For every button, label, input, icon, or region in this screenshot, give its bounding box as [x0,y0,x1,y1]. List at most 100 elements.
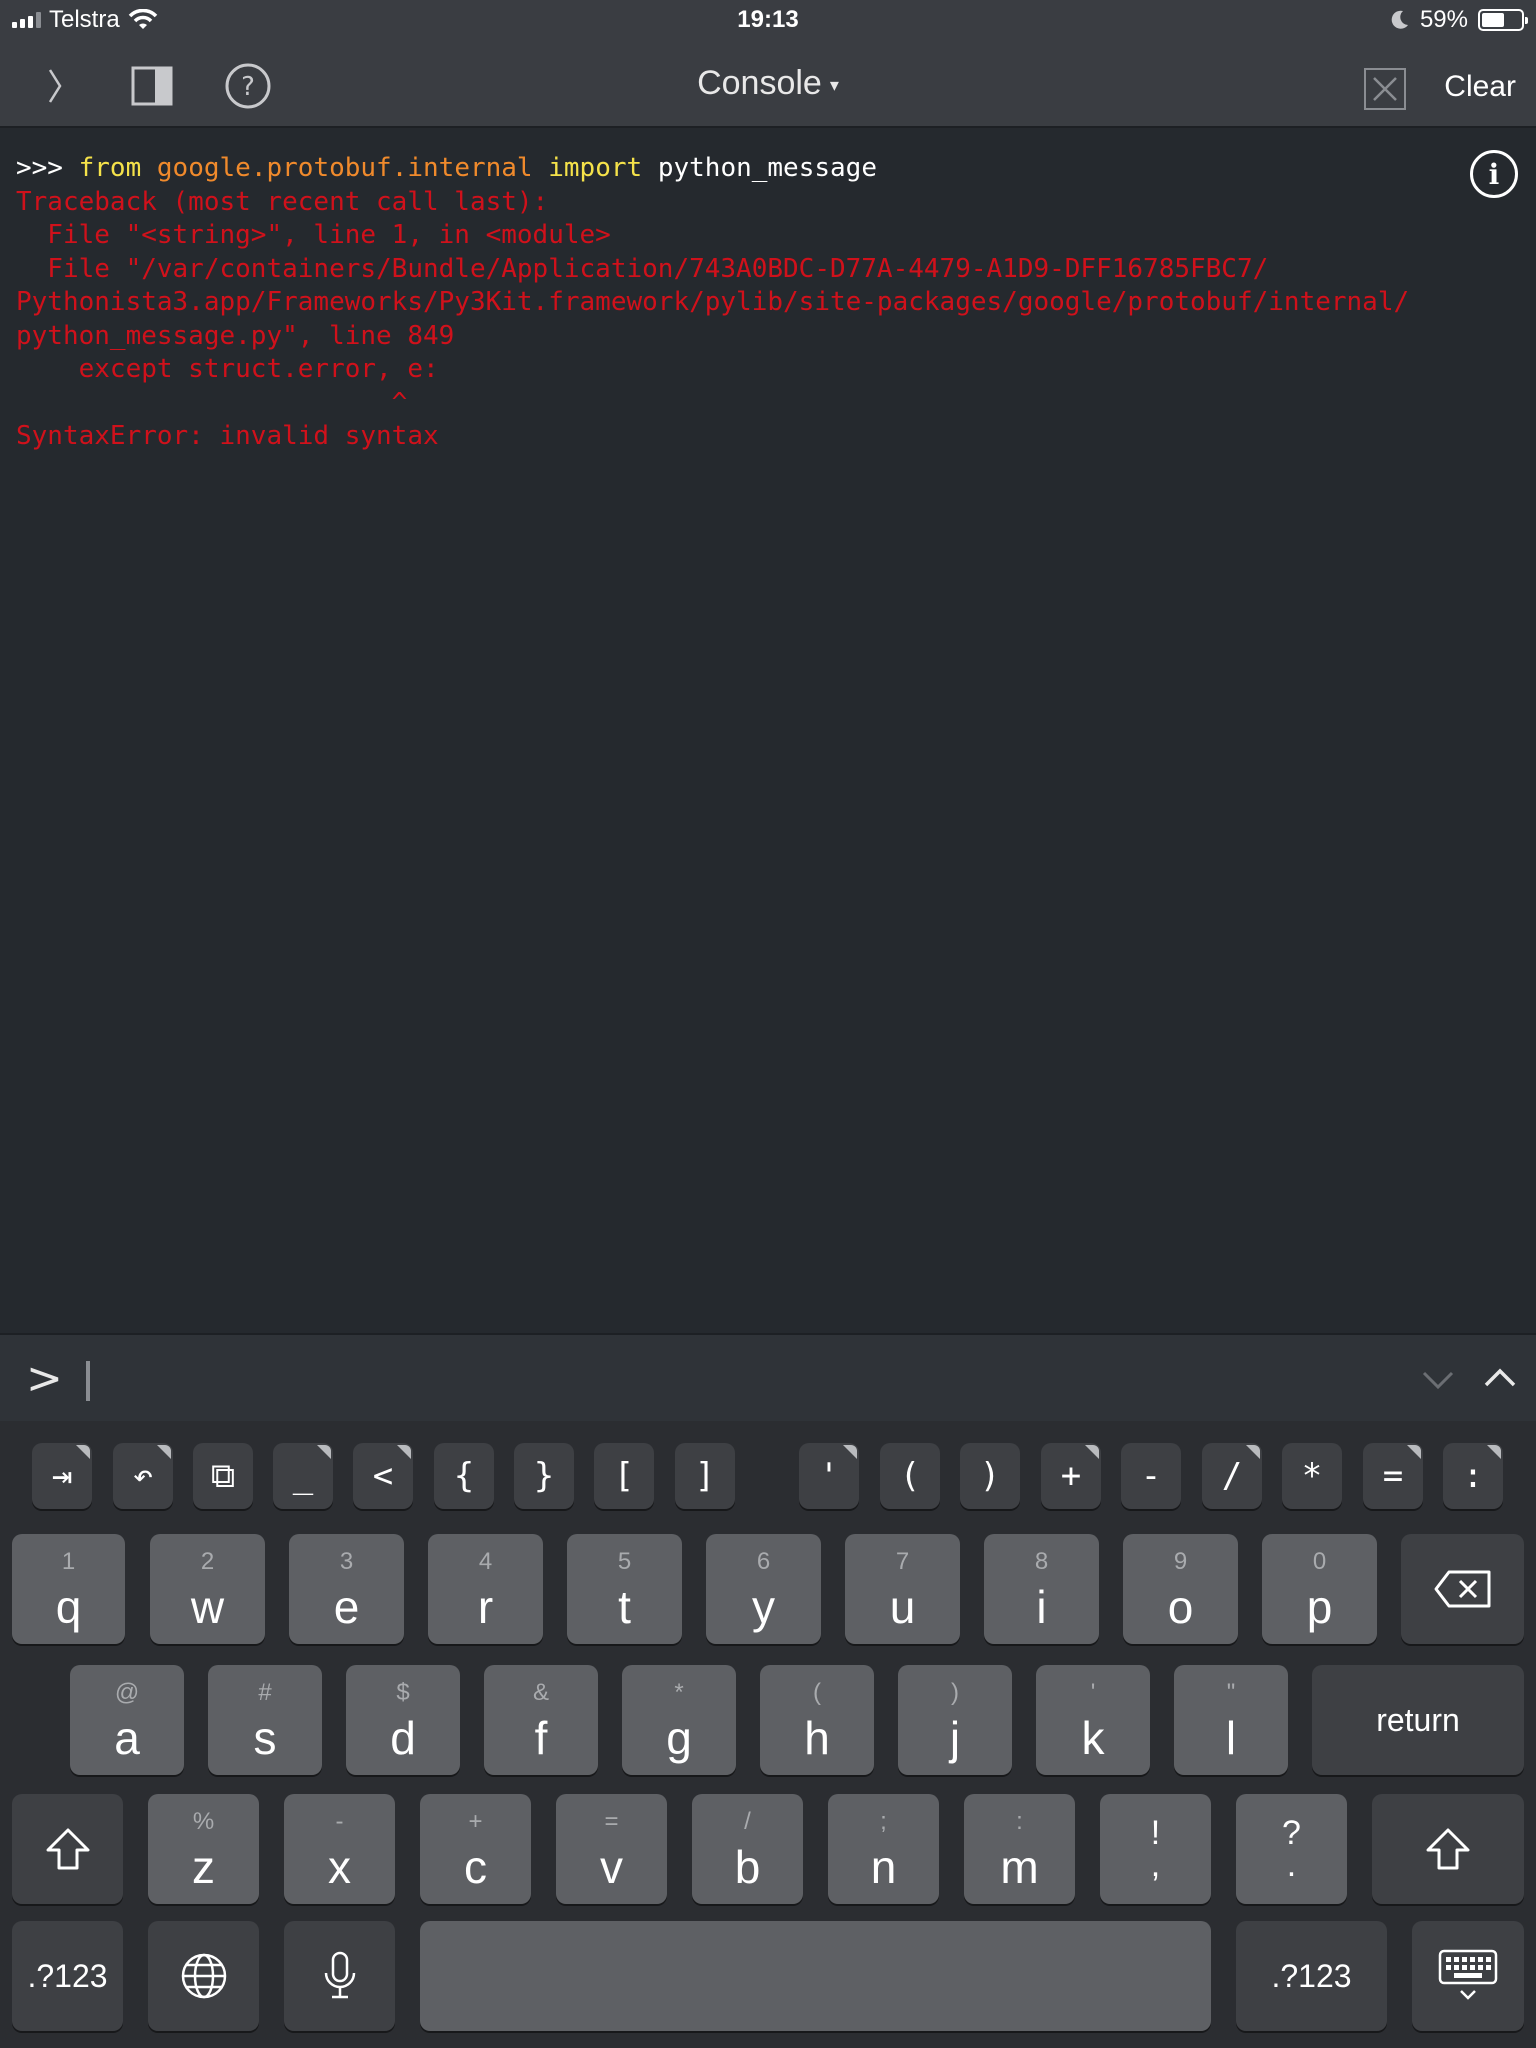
shift-icon [1426,1828,1470,1870]
key-l[interactable]: " l [1174,1665,1288,1775]
error-line: Pythonista3.app/Frameworks/Py3Kit.framew… [16,287,1410,317]
key-exclaim-comma[interactable]: !, [1100,1794,1211,1904]
shift-right-key[interactable] [1372,1794,1524,1904]
moon-icon [1391,10,1408,29]
error-line: ^ [16,387,408,418]
close-brace-key[interactable]: } [514,1443,574,1509]
key-e[interactable]: 3e [289,1534,404,1644]
key-n[interactable]: ; n [828,1794,939,1904]
key-t[interactable]: 5t [567,1534,682,1644]
colon-key[interactable]: : [1443,1443,1503,1509]
open-paren-key[interactable]: ( [880,1443,940,1509]
status-bar: Telstra 19:13 59% [0,0,1536,40]
slash-key[interactable]: / [1202,1443,1262,1509]
error-line: SyntaxError: invalid syntax [16,421,439,451]
paste-icon: ⧉ [210,1456,236,1496]
numbers-left-key[interactable]: .?123 [12,1921,123,2031]
key-a[interactable]: @ a [70,1665,184,1775]
key-x[interactable]: -x [284,1794,395,1904]
key-j[interactable]: ) j [898,1665,1012,1775]
keyboard-dismiss-key[interactable] [1412,1921,1524,2031]
error-line: File "/var/containers/Bundle/Application… [16,253,1269,284]
close-icon[interactable] [1364,68,1406,110]
input-bar[interactable]: > [0,1333,1536,1421]
key-question-period[interactable]: ?. [1236,1794,1347,1904]
input-prompt: > [26,1353,63,1404]
module-name: google.protobuf.internal [156,153,533,183]
less-than-key[interactable]: < [353,1443,413,1509]
numbers-right-key[interactable]: .?123 [1236,1921,1387,2031]
key-d[interactable]: $ d [346,1665,460,1775]
error-line: python_message.py", line 849 [16,320,455,351]
key-f[interactable]: & f [484,1665,598,1775]
clear-button[interactable]: Clear [1444,70,1516,104]
console-title-label: Console [697,64,822,102]
history-up-icon[interactable] [1480,1359,1520,1399]
output-text: >>> from google.protobuf.internal import… [16,152,1526,454]
key-w[interactable]: 2w [150,1534,265,1644]
key-u[interactable]: 7u [845,1534,960,1644]
status-right: 59% [1390,6,1528,34]
key-h[interactable]: (h [760,1665,874,1775]
minus-key[interactable]: - [1121,1443,1181,1509]
numbers-label: .?123 [27,1957,108,1994]
delete-key[interactable] [1401,1534,1524,1644]
shift-icon [46,1828,89,1870]
microphone-icon [324,1951,355,1999]
key-z[interactable]: % z [148,1794,259,1904]
key-m[interactable]: :m [964,1794,1075,1904]
keyboard: ⇥ ↶ ⧉ _ < { } [ ] ' ( ) + - / * = : 1q 2… [0,1421,1536,2048]
numbers-label: .?123 [1271,1957,1352,1994]
underscore-key[interactable]: _ [273,1443,333,1509]
close-paren-key[interactable]: ) [960,1443,1020,1509]
toolbar: ? Console ▾ Clear [0,40,1536,128]
globe-key[interactable] [148,1921,259,2031]
error-line: except struct.error, e: [16,354,439,384]
keyboard-dismiss-icon [1438,1949,1498,2000]
tab-key[interactable]: ⇥ [32,1443,92,1509]
key-o[interactable]: 9o [1123,1534,1238,1644]
key-g[interactable]: * g [622,1665,736,1775]
quote-key[interactable]: ' [799,1443,859,1509]
tab-icon: ⇥ [51,1456,73,1496]
close-bracket-key[interactable]: ] [675,1443,735,1509]
info-icon[interactable]: i [1470,150,1518,198]
key-b[interactable]: / b [692,1794,803,1904]
return-key[interactable]: return [1312,1665,1524,1775]
key-s[interactable]: # s [208,1665,322,1775]
command-line: >>> from google.protobuf.internal import… [16,152,1526,186]
history-down-icon[interactable] [1418,1359,1458,1399]
key-p[interactable]: 0p [1262,1534,1377,1644]
import-name: python_message [657,153,877,183]
clock: 19:13 [737,6,799,33]
repl-prompt: >>> [16,153,79,183]
key-v[interactable]: = v [556,1794,667,1904]
battery-icon [1478,9,1528,31]
keyword-import: import [548,153,643,183]
key-q[interactable]: 1q [12,1534,125,1644]
plus-key[interactable]: + [1041,1443,1101,1509]
undo-icon: ↶ [132,1456,154,1496]
open-brace-key[interactable]: { [434,1443,494,1509]
keyword-from: from [78,153,142,183]
undo-key[interactable]: ↶ [113,1443,173,1509]
equals-key[interactable]: = [1363,1443,1423,1509]
text-cursor [86,1361,90,1401]
error-line: File "<string>", line 1, in <module> [16,220,611,250]
open-bracket-key[interactable]: [ [594,1443,654,1509]
paste-key[interactable]: ⧉ [193,1443,253,1509]
asterisk-key[interactable]: * [1282,1443,1342,1509]
key-k[interactable]: ' k [1036,1665,1150,1775]
error-line: Traceback (most recent call last): [16,186,549,217]
delete-icon [1434,1570,1490,1608]
console-title-dropdown[interactable]: Console ▾ [0,64,1536,103]
key-c[interactable]: + c [420,1794,531,1904]
key-i[interactable]: 8i [984,1534,1099,1644]
shift-left-key[interactable] [12,1794,123,1904]
console-output[interactable]: >>> from google.protobuf.internal import… [0,130,1536,1332]
space-key[interactable] [420,1921,1211,2031]
globe-icon [181,1953,226,1999]
key-r[interactable]: 4r [428,1534,543,1644]
dictation-key[interactable] [284,1921,395,2031]
key-y[interactable]: 6y [706,1534,821,1644]
